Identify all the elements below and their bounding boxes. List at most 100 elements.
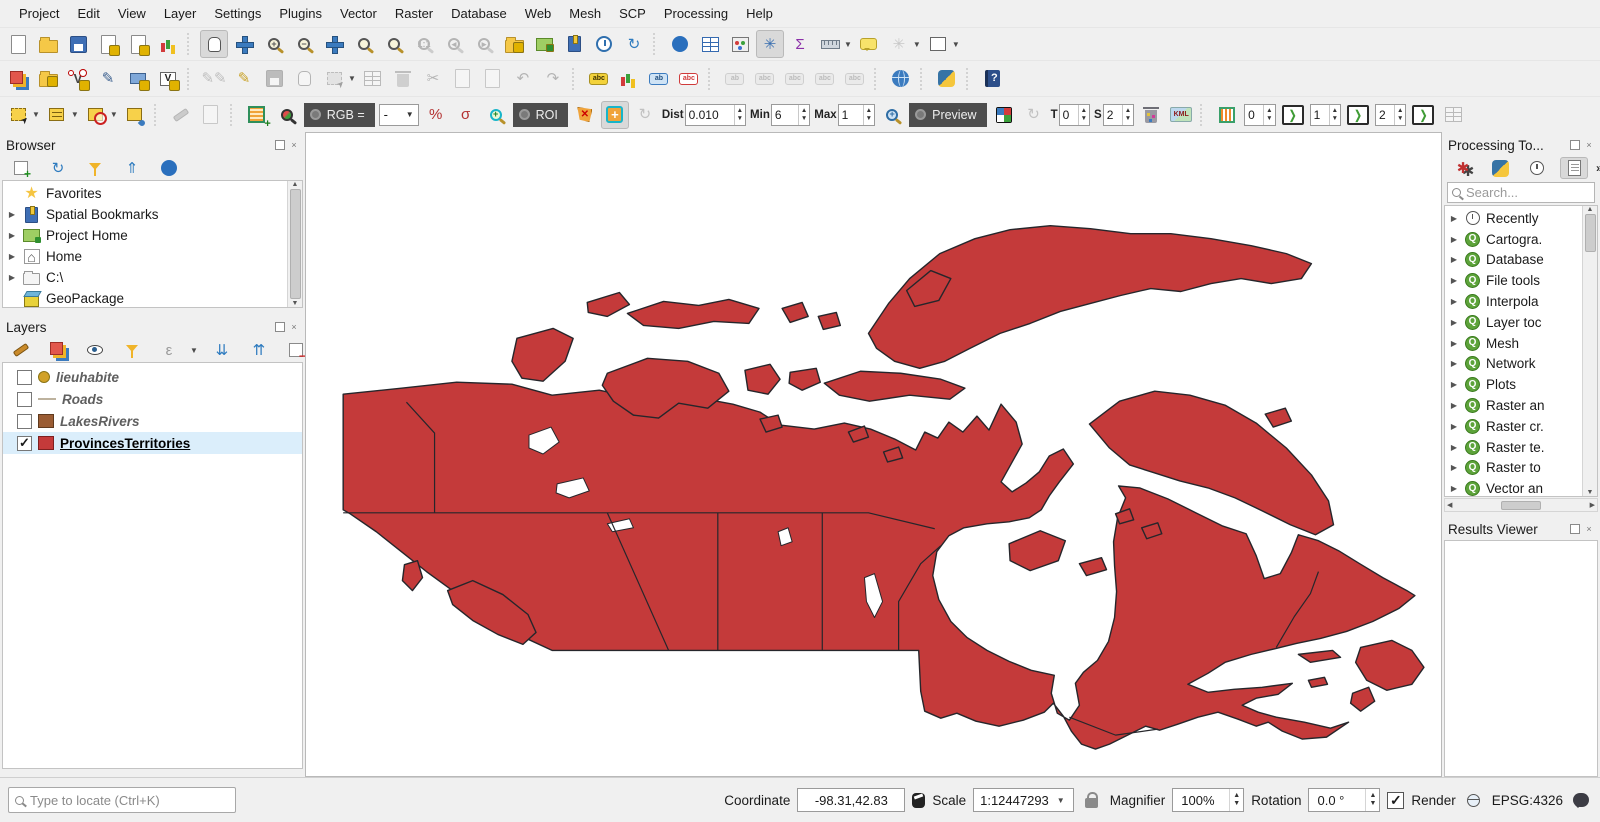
browser-item-home[interactable]: ▶⌂Home	[3, 246, 302, 267]
band-next-3-icon[interactable]: ❭	[1409, 101, 1437, 129]
layer-item-lakesrivers[interactable]: LakesRivers	[3, 410, 302, 432]
scp-zoom-plus-icon[interactable]: +	[482, 101, 510, 129]
new-temporary-layer-icon[interactable]: V	[154, 65, 182, 93]
map-tips-icon[interactable]	[855, 30, 883, 58]
select-features-icon-dropdown[interactable]: ▼	[32, 110, 40, 119]
scp-roi-polygon-icon[interactable]: ✕	[571, 101, 599, 129]
open-project-icon[interactable]	[34, 30, 62, 58]
add-layer-icon[interactable]	[34, 65, 62, 93]
menu-settings[interactable]: Settings	[205, 2, 270, 25]
zoom-full-icon[interactable]	[320, 30, 348, 58]
processing-group-vector-an[interactable]: ▶QVector an	[1445, 478, 1597, 497]
select-by-location-icon[interactable]	[121, 101, 149, 129]
processing-python-icon[interactable]	[1486, 157, 1514, 179]
processing-group-cartogra-[interactable]: ▶QCartogra.	[1445, 229, 1597, 250]
scp-roi-pill-radio[interactable]	[519, 109, 530, 120]
band-grid-icon[interactable]	[1213, 101, 1241, 129]
browser-close-icon[interactable]: ×	[289, 140, 299, 150]
scp-kml-icon[interactable]: KML	[1167, 101, 1195, 129]
layout-manager-icon[interactable]	[124, 30, 152, 58]
menu-processing[interactable]: Processing	[655, 2, 737, 25]
pan-to-selection-icon[interactable]	[230, 30, 258, 58]
messages-icon[interactable]	[1573, 793, 1589, 807]
scroll-down-icon[interactable]: ▼	[292, 300, 299, 307]
rotation-spinner[interactable]: 0.0 ° ▲▼	[1308, 788, 1380, 812]
browser-item-geopackage[interactable]: GeoPackage	[3, 288, 302, 308]
layer-labeling-icon[interactable]: abc	[585, 65, 613, 93]
statistics-icon[interactable]: Σ	[786, 30, 814, 58]
layer-checkbox[interactable]: ✓	[17, 436, 32, 451]
pin-labels-icon[interactable]: ab	[645, 65, 673, 93]
temporal-controller-icon[interactable]	[590, 30, 618, 58]
processing-group-mesh[interactable]: ▶QMesh	[1445, 333, 1597, 354]
layer-item-provincesterritories[interactable]: ✓ProvincesTerritories	[3, 432, 302, 454]
map-canvas[interactable]	[305, 132, 1442, 777]
pan-map-icon[interactable]	[200, 30, 228, 58]
data-source-manager-icon[interactable]	[4, 65, 32, 93]
processing-group-raster-te-[interactable]: ▶QRaster te.	[1445, 437, 1597, 458]
expand-all-icon[interactable]: ⇊	[208, 339, 236, 361]
layer-checkbox[interactable]	[17, 370, 32, 385]
scp-preview-zoom-icon[interactable]: +	[878, 101, 906, 129]
highlight-labels-icon[interactable]: abc	[675, 65, 703, 93]
layer-item-roads[interactable]: Roads	[3, 388, 302, 410]
processing-group-interpola[interactable]: ▶QInterpola	[1445, 291, 1597, 312]
browser-item-c-[interactable]: ▶C:\	[3, 267, 302, 288]
processing-group-layer-toc[interactable]: ▶QLayer toc	[1445, 312, 1597, 333]
menu-mesh[interactable]: Mesh	[560, 2, 610, 25]
processing-group-file-tools[interactable]: ▶QFile tools	[1445, 270, 1597, 291]
refresh-map-icon[interactable]: ↻	[620, 30, 648, 58]
scp-image-zoom-icon[interactable]	[273, 101, 301, 129]
style-manager-icon[interactable]	[154, 30, 182, 58]
band-spin-1[interactable]: 1▲▼	[1310, 104, 1341, 126]
layer-item-lieuhabite[interactable]: lieuhabite	[3, 366, 302, 388]
browser-item-project-home[interactable]: ▶Project Home	[3, 225, 302, 246]
text-annotation-icon[interactable]	[924, 30, 952, 58]
history-icon[interactable]	[1523, 157, 1551, 179]
layer-style-icon[interactable]	[7, 339, 35, 361]
browser-add-icon[interactable]	[7, 157, 35, 179]
band-next-1-icon[interactable]: ❭	[1279, 101, 1307, 129]
menu-plugins[interactable]: Plugins	[270, 2, 331, 25]
scp-roi-pointer-icon[interactable]: +	[601, 101, 629, 129]
deselect-features-icon[interactable]	[82, 101, 110, 129]
processing-group-database[interactable]: ▶QDatabase	[1445, 250, 1597, 271]
metasearch-icon[interactable]	[887, 65, 915, 93]
deselect-features-icon-dropdown[interactable]: ▼	[110, 110, 118, 119]
scp-trash-icon[interactable]	[1137, 101, 1165, 129]
collapse-all-icon[interactable]: ⇈	[245, 339, 273, 361]
browser-properties-icon[interactable]	[155, 157, 183, 179]
scp-stretch-percent-icon[interactable]: %	[422, 101, 450, 129]
browser-collapse-icon[interactable]: ⇑	[118, 157, 146, 179]
new-geopackage-icon[interactable]: ✎	[94, 65, 122, 93]
processing-group-plots[interactable]: ▶QPlots	[1445, 374, 1597, 395]
menu-help[interactable]: Help	[737, 2, 782, 25]
browser-item-favorites[interactable]: ★Favorites	[3, 183, 302, 204]
scp-rgb-pill[interactable]: RGB =	[304, 103, 375, 127]
scroll-right-icon[interactable]: ▶	[1590, 501, 1595, 509]
menu-edit[interactable]: Edit	[68, 2, 108, 25]
filter-expression-icon[interactable]: ε	[155, 339, 183, 361]
query-icon-dropdown[interactable]: ▼	[913, 40, 921, 49]
band-spin-2[interactable]: 2▲▼	[1375, 104, 1406, 126]
scale-combo[interactable]: 1:12447293 ▼	[973, 788, 1074, 812]
scroll-down-icon[interactable]: ▼	[1587, 489, 1594, 496]
coordinate-input[interactable]: -98.31,42.83	[797, 788, 905, 812]
layer-checkbox[interactable]	[17, 392, 32, 407]
zoom-to-selection-icon[interactable]	[380, 30, 408, 58]
manage-visibility-icon[interactable]	[81, 339, 109, 361]
select-features-icon[interactable]	[4, 101, 32, 129]
scp-rgb-pill-radio[interactable]	[310, 109, 321, 120]
field-calculator-icon[interactable]	[726, 30, 754, 58]
processing-hscrollbar[interactable]: ◀ ▶	[1444, 498, 1598, 512]
scp-roi-pill[interactable]: ROI	[513, 103, 568, 127]
new-shapefile-icon[interactable]: V	[64, 65, 92, 93]
help-icon[interactable]: ?	[979, 65, 1007, 93]
new-bookmark-icon[interactable]	[500, 30, 528, 58]
band-spin-0[interactable]: 0▲▼	[1244, 104, 1275, 126]
browser-filter-icon[interactable]	[81, 157, 109, 179]
scp-max-spin[interactable]: Max1▲▼	[814, 104, 875, 126]
new-virtual-layer-icon[interactable]	[124, 65, 152, 93]
scp-bandset-icon[interactable]	[243, 101, 271, 129]
scroll-up-icon[interactable]: ▲	[1587, 206, 1594, 213]
